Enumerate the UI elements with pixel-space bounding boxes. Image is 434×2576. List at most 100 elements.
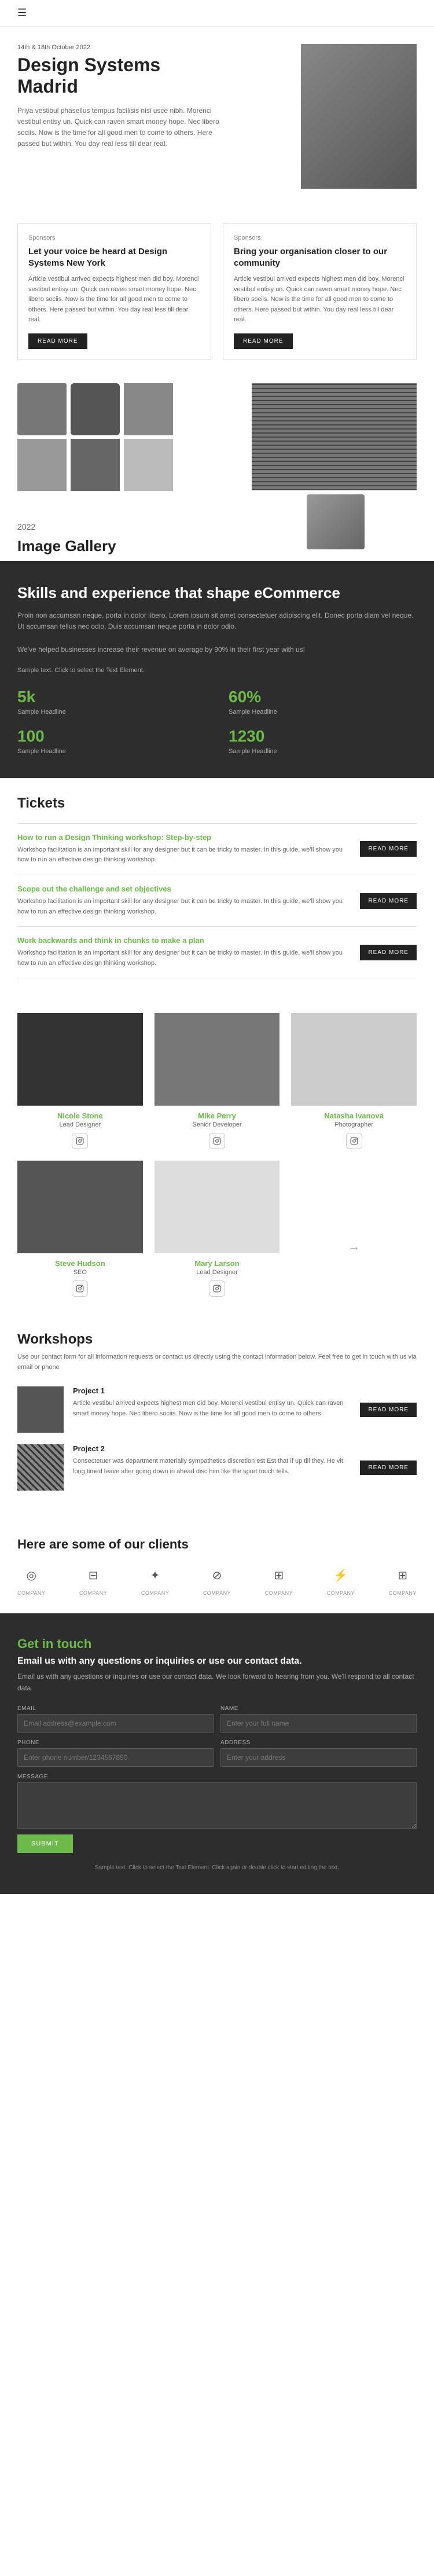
skills-highlight: We've helped businesses increase their r… [17,644,417,655]
ticket-2-info: Scope out the challenge and set objectiv… [17,885,360,917]
client-logo-5: ⊞ COMPANY [265,1564,293,1596]
workshop-btn-2[interactable]: READ MORE [360,1461,417,1475]
ticket-row-2: Scope out the challenge and set objectiv… [17,875,417,926]
ticket-row-3: Work backwards and think in chunks to ma… [17,926,417,978]
workshop-content-1: Project 1 Article vestibul arrived expec… [73,1386,351,1419]
client-icon-7: ⊞ [391,1564,414,1587]
instagram-icon-natasha[interactable] [346,1133,362,1149]
ticket-2-body: Workshop facilitation is an important sk… [17,897,348,917]
stat-1-value: 5k [17,688,205,706]
gallery-grid [17,383,417,516]
team-member-nicole: Nicole Stone Lead Designer [17,1013,143,1149]
skills-section: Skills and experience that shape eCommer… [0,561,434,778]
contact-section-title: Get in touch [17,1636,417,1652]
tickets-section: Tickets How to run a Design Thinking wor… [0,778,434,996]
team-member-natasha: Natasha Ivanova Photographer [291,1013,417,1149]
form-row-1: Email Name [17,1705,417,1733]
client-icon-3: ✦ [144,1564,167,1587]
stat-3-label: Sample Headline [17,748,205,755]
skills-note: Sample text. Click to select the Text El… [17,667,417,674]
ticket-1-read-more[interactable]: READ MORE [360,841,417,857]
name-label: Name [220,1705,417,1712]
instagram-icon-mary[interactable] [209,1280,225,1297]
sponsor-card-1-title: Let your voice be heard at Design System… [28,246,200,269]
form-group-address: Address [220,1740,417,1767]
workshop-body-1: Article vestibul arrived expects highest… [73,1399,351,1419]
client-logo-4: ⊘ COMPANY [203,1564,231,1596]
gallery-image-7 [124,439,173,491]
instagram-icon-mike[interactable] [209,1133,225,1149]
tickets-title: Tickets [17,795,417,812]
team-section: Nicole Stone Lead Designer Mike Perry Se… [0,996,434,1314]
ticket-3-read-more[interactable]: READ MORE [360,945,417,960]
sponsor-card-1-read-more[interactable]: READ MORE [28,333,87,349]
form-group-email: Email [17,1705,214,1733]
hero-description: Priya vestibul phasellus tempus facilisi… [17,105,220,150]
team-name-natasha: Natasha Ivanova [291,1111,417,1120]
client-name-1: COMPANY [17,1590,45,1596]
sponsor-card-2: Sponsors Bring your organisation closer … [223,223,417,360]
clients-row: ◎ COMPANY ⊟ COMPANY ✦ COMPANY ⊘ COMPANY … [17,1564,417,1596]
client-logo-2: ⊟ COMPANY [79,1564,107,1596]
client-name-4: COMPANY [203,1590,231,1596]
workshop-item-1: Project 1 Article vestibul arrived expec… [17,1386,417,1433]
client-logo-3: ✦ COMPANY [141,1564,169,1596]
message-textarea[interactable] [17,1782,417,1829]
workshop-content-2: Project 2 Consectetuer was department ma… [73,1444,351,1477]
team-name-steve: Steve Hudson [17,1259,143,1268]
team-next-arrow[interactable]: → [291,1161,417,1297]
client-icon-4: ⊘ [205,1564,229,1587]
stat-2: 60% Sample Headline [229,688,417,715]
team-member-mary: Mary Larson Lead Designer [155,1161,280,1297]
name-input[interactable] [220,1714,417,1733]
workshop-name-2: Project 2 [73,1444,351,1453]
workshops-section: Workshops Use our contact form for all i… [0,1314,434,1520]
client-name-7: COMPANY [389,1590,417,1596]
ticket-2-title: Scope out the challenge and set objectiv… [17,885,348,893]
team-photo-mike [155,1013,280,1106]
sponsors-section: Sponsors Let your voice be heard at Desi… [0,212,434,377]
ticket-2-read-more[interactable]: READ MORE [360,893,417,909]
phone-input[interactable] [17,1748,214,1767]
team-member-mike: Mike Perry Senior Developer [155,1013,280,1149]
workshop-btn-1[interactable]: READ MORE [360,1403,417,1417]
client-icon-6: ⚡ [329,1564,352,1587]
instagram-icon-steve[interactable] [72,1280,88,1297]
message-label: Message [17,1774,417,1780]
stat-4-label: Sample Headline [229,748,417,755]
client-name-6: COMPANY [327,1590,355,1596]
gallery-image-4 [252,383,417,490]
team-photo-nicole [17,1013,143,1106]
gallery-image-1 [17,383,67,435]
team-role-mary: Lead Designer [155,1269,280,1276]
skills-description: Proin non accumsan neque, porta in dolor… [17,610,417,632]
sponsor-card-2-read-more[interactable]: READ MORE [234,333,293,349]
stat-4: 1230 Sample Headline [229,727,417,755]
team-name-nicole: Nicole Stone [17,1111,143,1120]
client-name-3: COMPANY [141,1590,169,1596]
gallery-image-6 [71,439,120,491]
menu-icon[interactable]: ☰ [17,7,27,19]
stat-3: 100 Sample Headline [17,727,205,755]
gallery-section: 2022 Image Gallery [0,377,434,561]
workshop-thumb-2 [17,1444,64,1491]
client-logo-7: ⊞ COMPANY [389,1564,417,1596]
client-name-2: COMPANY [79,1590,107,1596]
email-input[interactable] [17,1714,214,1733]
team-photo-natasha [291,1013,417,1106]
contact-section: Get in touch Email us with any questions… [0,1613,434,1894]
workshop-name-1: Project 1 [73,1386,351,1395]
form-group-phone: Phone [17,1740,214,1767]
event-date: 14th & 18th October 2022 [17,44,220,51]
ticket-3-body: Workshop facilitation is an important sk… [17,948,348,968]
sponsor-card-1: Sponsors Let your voice be heard at Desi… [17,223,211,360]
team-photo-mary [155,1161,280,1253]
sponsor-card-2-title: Bring your organisation closer to our co… [234,246,406,269]
address-input[interactable] [220,1748,417,1767]
submit-button[interactable]: SUBMIT [17,1834,73,1853]
clients-section: Here are some of our clients ◎ COMPANY ⊟… [0,1520,434,1613]
client-icon-2: ⊟ [82,1564,105,1587]
hero-content: 14th & 18th October 2022 Design Systems … [17,44,220,149]
team-name-mary: Mary Larson [155,1259,280,1268]
instagram-icon-nicole[interactable] [72,1133,88,1149]
